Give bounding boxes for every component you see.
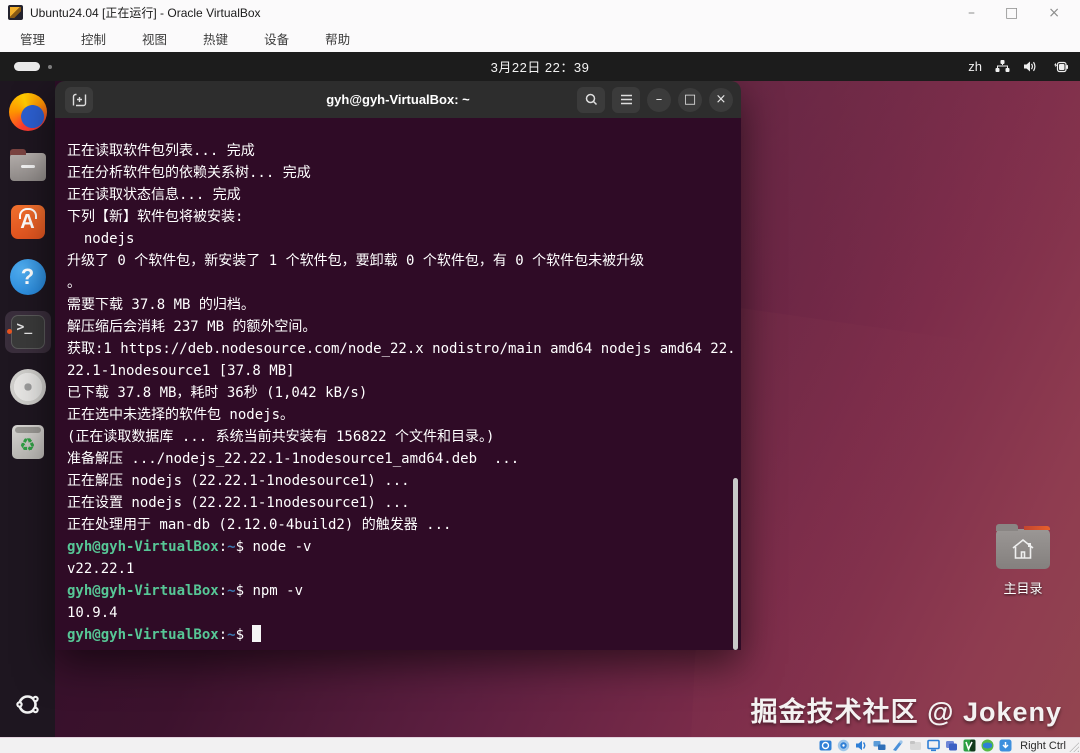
app-center-letter: A xyxy=(20,210,35,233)
terminal-line: 22.1-1nodesource1 [37.8 MB] xyxy=(67,363,295,379)
terminal-line: 正在解压 nodejs (22.22.1-1nodesource1) ... xyxy=(67,473,410,489)
hamburger-icon xyxy=(620,94,632,105)
clock[interactable]: 3月22日 22：39 xyxy=(0,57,1080,76)
terminal-line: 正在读取软件包列表... 完成 xyxy=(67,143,255,159)
vbox-statusbar: Right Ctrl xyxy=(0,737,1080,753)
terminal-minimize-button[interactable]: – xyxy=(647,87,671,112)
desktop-home-shortcut[interactable]: 主目录 xyxy=(992,524,1054,597)
disc-icon xyxy=(9,369,46,405)
dock-item-trash[interactable]: ♻ xyxy=(5,421,51,463)
dock-item-app-center[interactable]: A xyxy=(5,201,51,243)
gnome-topbar: 3月22日 22：39 zh xyxy=(0,52,1080,81)
vbox-titlebar: Ubuntu24.04 [正在运行] - Oracle VirtualBox –… xyxy=(0,0,1080,25)
battery-icon[interactable] xyxy=(1051,61,1068,73)
terminal-scrollbar[interactable] xyxy=(733,478,738,650)
recycle-glyph: ♻ xyxy=(19,434,36,455)
terminal-maximize-button[interactable]: □ xyxy=(678,87,702,112)
terminal-line: 正在读取状态信息... 完成 xyxy=(67,187,241,203)
dock-item-firefox[interactable] xyxy=(5,91,51,133)
shared-folders-status-icon[interactable] xyxy=(909,739,922,752)
terminal-line: v22.22.1 xyxy=(67,561,135,577)
menu-hotkeys[interactable]: 热键 xyxy=(197,27,234,50)
recording-status-icon[interactable] xyxy=(945,739,958,752)
terminal-close-button[interactable]: × xyxy=(709,87,733,112)
terminal-line: gyh@gyh-VirtualBox:~$ npm -v xyxy=(67,583,304,599)
terminal-line: (正在读取数据库 ... 系统当前共安装有 156822 个文件和目录。) xyxy=(67,429,495,445)
app-center-icon: A xyxy=(10,205,45,239)
terminal-line: 下列【新】软件包将被安装: xyxy=(67,209,244,225)
terminal-glyph: >_ xyxy=(16,320,33,335)
hard-disks-status-icon[interactable] xyxy=(819,739,832,752)
terminal-line: 正在设置 nodejs (22.22.1-1nodesource1) ... xyxy=(67,495,410,511)
maximize-button[interactable]: □ xyxy=(1005,6,1018,20)
terminal-line: 升级了 0 个软件包，新安装了 1 个软件包，要卸载 0 个软件包，有 0 个软… xyxy=(67,253,645,269)
virtualbox-window: Ubuntu24.04 [正在运行] - Oracle VirtualBox –… xyxy=(0,0,1080,753)
vm-display: 3月22日 22：39 zh A ? >_ ♻ gyh@gyh-VirtualB… xyxy=(0,52,1080,737)
terminal-output[interactable]: 正在读取软件包列表... 完成正在分析软件包的依赖关系树... 完成 正在读取状态… xyxy=(55,118,741,650)
virtualbox-app-icon xyxy=(8,5,23,20)
menu-help[interactable]: 帮助 xyxy=(319,27,356,50)
terminal-line: 需要下载 37.8 MB 的归档。 xyxy=(67,297,255,313)
terminal-line: 解压缩后会消耗 237 MB 的额外空间。 xyxy=(67,319,317,335)
resize-grip[interactable] xyxy=(1069,742,1079,752)
display-status-icon[interactable] xyxy=(927,739,940,752)
ubuntu-logo-icon xyxy=(16,695,39,714)
session-info-status-icon[interactable] xyxy=(981,739,994,752)
vbox-window-title: Ubuntu24.04 [正在运行] - Oracle VirtualBox xyxy=(30,6,261,20)
desktop: A ? >_ ♻ gyh@gyh-VirtualBox: ~ – □ × 正在读… xyxy=(0,81,1080,737)
vbox-menubar: 管理 控制 视图 热键 设备 帮助 xyxy=(0,25,1080,52)
dock-item-terminal[interactable]: >_ xyxy=(4,311,51,353)
terminal-cursor xyxy=(252,625,262,642)
menu-machine[interactable]: 管理 xyxy=(14,27,51,50)
terminal-line: gyh@gyh-VirtualBox:~$ node -v xyxy=(67,539,312,555)
volume-icon[interactable] xyxy=(1023,60,1038,73)
usb-status-icon[interactable] xyxy=(891,739,904,752)
host-key-label: Right Ctrl xyxy=(1020,739,1066,752)
terminal-line: nodejs xyxy=(67,231,135,247)
home-folder-icon xyxy=(996,524,1050,569)
search-icon xyxy=(585,93,597,106)
dock-item-disc-burner[interactable] xyxy=(5,366,51,408)
minimize-button[interactable]: – xyxy=(968,6,975,20)
menu-button[interactable] xyxy=(612,86,640,113)
audio-status-icon[interactable] xyxy=(855,739,868,752)
dock-item-files[interactable] xyxy=(5,146,51,188)
optical-drives-status-icon[interactable] xyxy=(837,739,850,752)
terminal-line: 已下载 37.8 MB，耗时 36秒 (1,042 kB/s) xyxy=(67,385,368,401)
terminal-line: 。 xyxy=(67,275,81,291)
help-icon: ? xyxy=(9,259,46,295)
host-key-state-icon[interactable] xyxy=(999,739,1012,752)
search-button[interactable] xyxy=(577,86,605,113)
menu-view[interactable]: 视图 xyxy=(136,27,173,50)
terminal-icon: >_ xyxy=(10,315,45,349)
dock: A ? >_ ♻ xyxy=(0,81,55,737)
terminal-headerbar[interactable]: gyh@gyh-VirtualBox: ~ – □ × xyxy=(55,81,741,118)
show-apps-button[interactable] xyxy=(14,691,41,723)
help-glyph: ? xyxy=(20,264,35,289)
terminal-line: 获取:1 https://deb.nodesource.com/node_22.… xyxy=(67,341,736,357)
watermark-text: 掘金技术社区 @ Jokeny xyxy=(750,697,1062,727)
files-icon xyxy=(9,149,46,181)
input-method-indicator[interactable]: zh xyxy=(968,59,982,74)
features-status-icon[interactable] xyxy=(963,739,976,752)
network-icon[interactable] xyxy=(995,60,1010,73)
terminal-line: 正在选中未选择的软件包 nodejs。 xyxy=(67,407,295,423)
system-tray[interactable]: zh xyxy=(968,52,1068,81)
close-button[interactable]: × xyxy=(1048,6,1060,20)
home-folder-label: 主目录 xyxy=(1003,581,1043,596)
terminal-line: 正在分析软件包的依赖关系树... 完成 xyxy=(67,165,311,181)
menu-devices[interactable]: 设备 xyxy=(258,27,295,50)
terminal-line: 准备解压 .../nodejs_22.22.1-1nodesource1_amd… xyxy=(67,451,520,467)
terminal-line: 10.9.4 xyxy=(67,605,118,621)
dock-item-help[interactable]: ? xyxy=(5,256,51,298)
terminal-line: 正在处理用于 man-db (2.12.0-4build2) 的触发器 ... xyxy=(67,517,452,533)
firefox-icon xyxy=(8,93,47,131)
terminal-window: gyh@gyh-VirtualBox: ~ – □ × 正在读取软件包列表...… xyxy=(55,81,741,650)
terminal-line: gyh@gyh-VirtualBox:~$ xyxy=(67,624,729,646)
menu-control[interactable]: 控制 xyxy=(75,27,112,50)
trash-icon: ♻ xyxy=(11,425,44,459)
network-status-icon[interactable] xyxy=(873,739,886,752)
